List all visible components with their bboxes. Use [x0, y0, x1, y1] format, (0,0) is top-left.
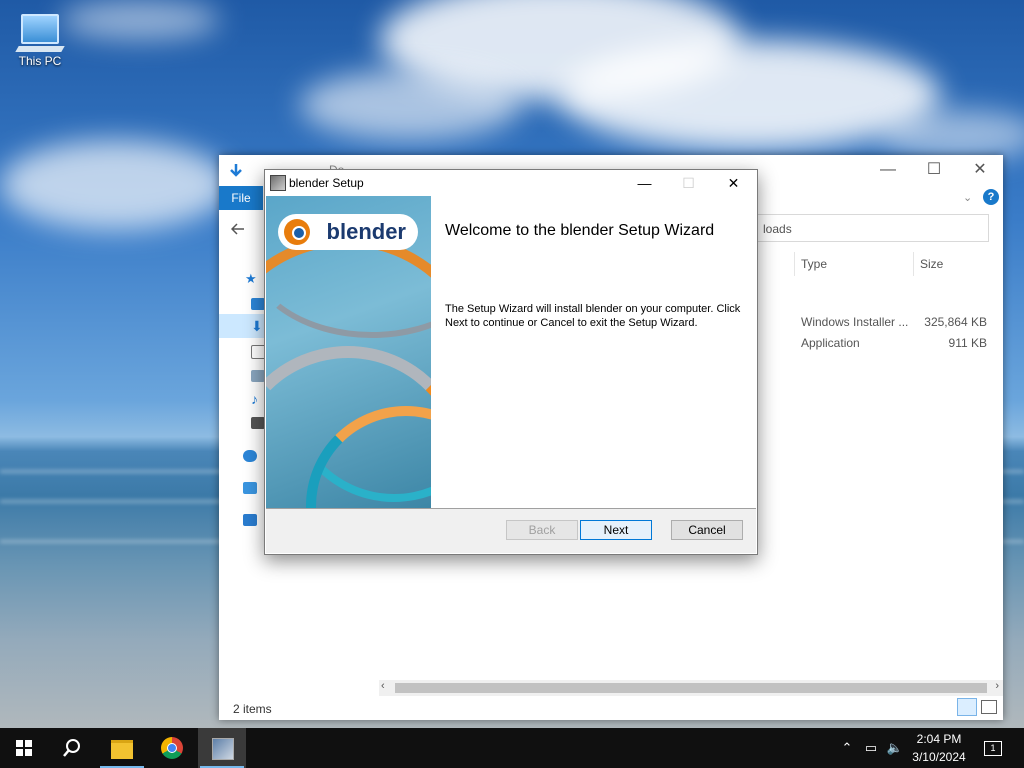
scroll-right-icon[interactable]: ›	[995, 680, 999, 692]
volume-muted-icon[interactable]: 🔈	[884, 728, 906, 768]
this-pc-icon[interactable]	[243, 482, 257, 494]
setup-heading: Welcome to the blender Setup Wizard	[445, 222, 715, 239]
explorer-minimize-button[interactable]: —	[865, 155, 911, 185]
blender-setup-dialog: blender Setup — ☐ ✕ blender Welcome to t…	[264, 169, 758, 555]
onedrive-cloud-icon[interactable]	[243, 450, 257, 462]
windows-logo-icon	[16, 740, 32, 756]
search-icon	[63, 739, 80, 757]
desktop-icon-this-pc[interactable]: This PC	[12, 10, 68, 68]
column-header-type[interactable]: Type	[794, 252, 911, 276]
chrome-taskbar-button[interactable]	[148, 728, 196, 768]
column-header-size[interactable]: Size	[913, 252, 990, 276]
computer-icon	[21, 14, 59, 44]
horizontal-scrollbar[interactable]: ‹ ›	[379, 680, 1003, 696]
explorer-close-button[interactable]: ✕	[957, 155, 1003, 185]
help-icon[interactable]: ?	[983, 189, 999, 205]
desktop-icon-label: This PC	[18, 54, 62, 68]
folder-icon	[111, 740, 133, 759]
file-row-1-size: 325,864 KB	[924, 315, 987, 329]
large-icons-view-icon[interactable]	[981, 700, 997, 714]
back-button: Back	[506, 520, 578, 540]
action-center-button[interactable]: 1	[978, 728, 1008, 768]
search-button[interactable]	[48, 728, 96, 768]
next-button[interactable]: Next	[580, 520, 652, 540]
details-view-icon[interactable]	[957, 698, 977, 716]
chrome-icon	[161, 737, 183, 759]
file-row-1-type: Windows Installer ...	[801, 315, 909, 329]
system-clock[interactable]: 2:04 PM 3/10/2024	[906, 730, 972, 766]
installer-icon	[270, 175, 286, 191]
address-bar[interactable]: loads	[756, 214, 989, 242]
back-arrow-icon[interactable]	[231, 223, 245, 235]
start-button[interactable]	[0, 728, 48, 768]
file-row-2-type: Application	[801, 336, 860, 350]
cancel-button[interactable]: Cancel	[671, 520, 743, 540]
installer-icon	[212, 738, 234, 760]
blender-logo-icon	[284, 219, 310, 245]
network-icon[interactable]: ▭	[860, 728, 882, 768]
taskbar: ⌃ ▭ 🔈 2:04 PM 3/10/2024 1	[0, 728, 1024, 768]
videos-folder-icon[interactable]	[251, 417, 265, 429]
setup-window-title: blender Setup	[289, 176, 364, 190]
quick-access-star-icon[interactable]: ★	[245, 272, 259, 285]
network-icon[interactable]	[243, 514, 257, 526]
blender-logo: blender	[278, 214, 418, 250]
ribbon-file-tab[interactable]: File	[219, 186, 263, 210]
explorer-maximize-button[interactable]: ☐	[911, 155, 957, 185]
blender-logo-text: blender	[326, 219, 406, 244]
setup-maximize-button: ☐	[682, 175, 695, 191]
setup-description: The Setup Wizard will install blender on…	[445, 303, 741, 329]
status-bar-item-count: 2 items	[233, 702, 272, 716]
show-hidden-icons-button[interactable]: ⌃	[838, 728, 856, 768]
downloads-folder-icon[interactable]: ⬇	[251, 319, 265, 333]
setup-titlebar: blender Setup — ☐ ✕	[265, 170, 757, 196]
ribbon-expand-icon[interactable]: ⌄	[963, 191, 972, 204]
clock-time: 2:04 PM	[916, 732, 962, 746]
notification-count: 1	[984, 741, 1002, 757]
address-text: loads	[763, 222, 792, 236]
file-explorer-taskbar-button[interactable]	[98, 728, 146, 768]
desktop-folder-icon[interactable]	[251, 298, 265, 310]
file-row-2-size: 911 KB	[948, 336, 987, 350]
pictures-folder-icon[interactable]	[251, 370, 265, 382]
setup-minimize-button[interactable]: —	[622, 170, 667, 196]
scrollbar-thumb[interactable]	[395, 683, 987, 693]
music-folder-icon[interactable]: ♪	[251, 392, 265, 406]
setup-close-button[interactable]: ✕	[711, 170, 756, 196]
clock-date: 3/10/2024	[912, 750, 966, 764]
scroll-left-icon[interactable]: ‹	[381, 680, 385, 692]
blender-installer-taskbar-button[interactable]	[198, 728, 246, 768]
setup-banner-image: blender	[266, 196, 431, 508]
download-arrow-icon	[230, 164, 242, 177]
